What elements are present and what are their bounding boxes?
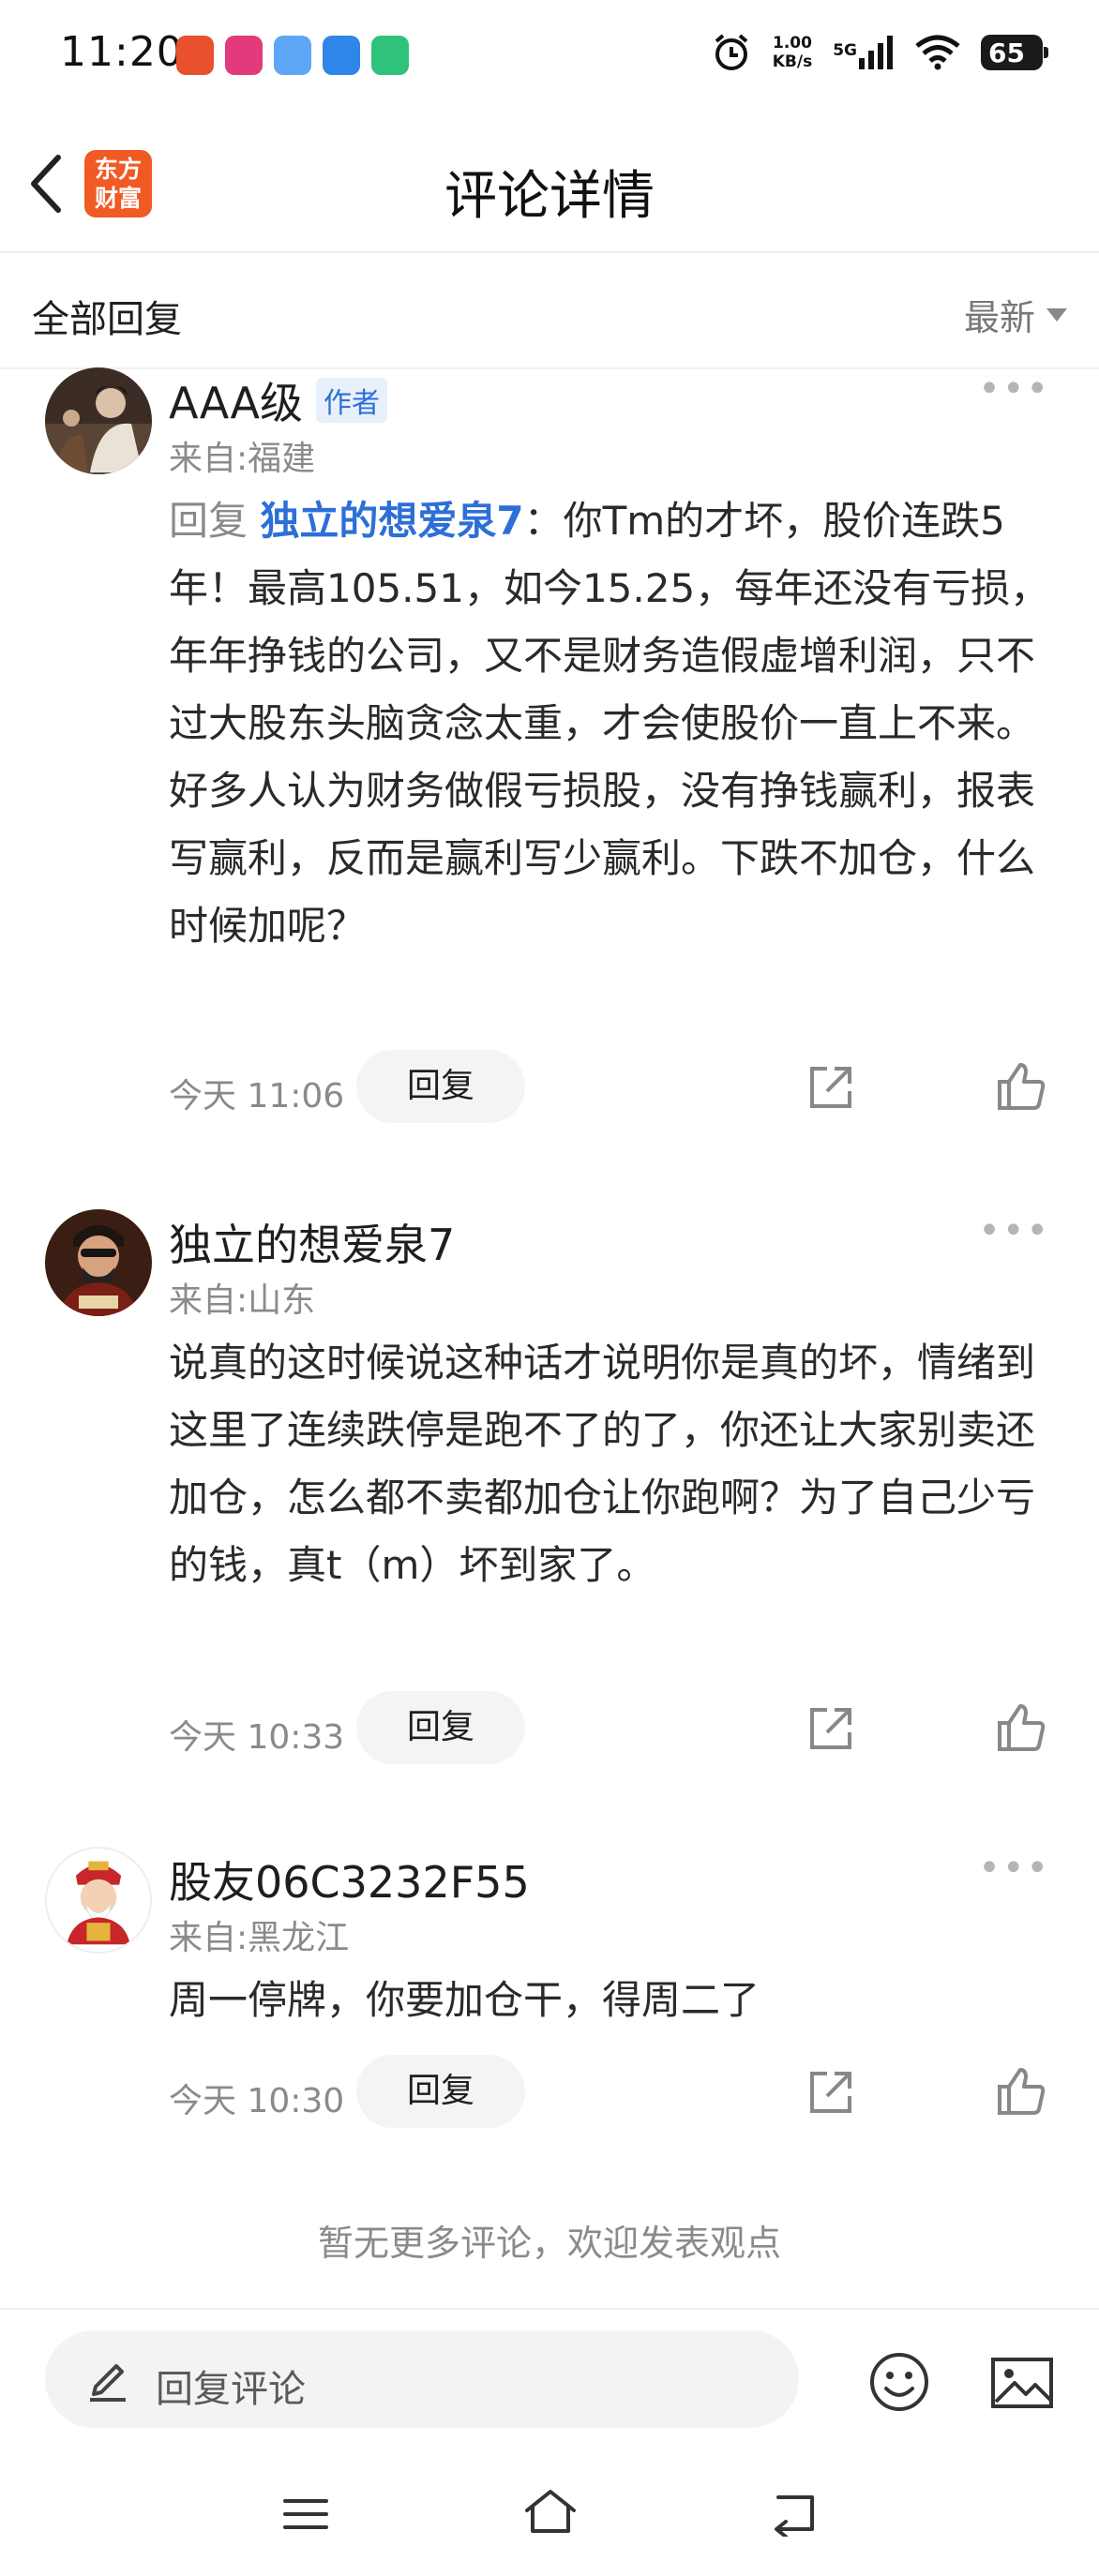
battery-indicator: 65 [981,35,1048,70]
home-icon[interactable] [521,2486,580,2537]
like-thumb-icon[interactable] [996,1702,1046,1753]
share-icon[interactable] [806,1063,855,1112]
no-more-comments-text: 暂无更多评论，欢迎发表观点 [317,2223,781,2264]
comment-item: 独立的想爱泉7 来自:山东 ••• 说真的这时候说这种话才说明你是真的坏，情绪到… [0,1209,1099,1772]
all-replies-label: 全部回复 [32,298,182,341]
comment-author: 独立的想爱泉7 [169,1211,455,1273]
alarm-icon [715,34,748,70]
avatar[interactable] [45,367,152,474]
reply-target-link[interactable]: 独立的想爱泉7 [260,498,523,544]
comment-time: 今天 11:06 [169,1077,345,1116]
filter-bar: 全部回复 最新 [0,255,1099,369]
comment-item: AAA级 作者 来自:福建 ••• 回复 独立的想爱泉7：你Tm的才坏，股价连跌… [0,367,1099,1146]
author-name[interactable]: AAA级 [169,369,303,431]
status-time: 11:20 [60,28,184,76]
avatar-image [47,1849,150,1952]
sort-label: 最新 [963,297,1035,338]
app-notification-icon [176,36,214,75]
comment-body: 说真的这时候说这种话才说明你是真的坏，情绪到这里了连续跌停是跑不了的了，你还让大… [169,1340,1036,1588]
comment-location: 来自:山东 [169,1281,316,1320]
status-bar: 11:20 1.00 KB/s 5G 65 [0,0,1099,112]
comment-time: 今天 10:33 [169,1718,345,1757]
signal-group: 5G [833,36,895,69]
network-speed: 1.00 KB/s [772,34,813,71]
comment-text: 周一停牌，你要加仓干，得周二了 [169,1967,1050,2034]
like-thumb-icon[interactable] [996,2066,1046,2117]
avatar[interactable] [45,1847,152,1954]
reply-input-placeholder: 回复评论 [156,2368,306,2411]
emoji-icon[interactable] [868,2351,930,2413]
share-icon[interactable] [806,2068,855,2117]
top-nav-bar: 东方 财富 评论详情 [0,112,1099,253]
app-notification-icon [225,36,263,75]
status-right: 1.00 KB/s 5G 65 [711,32,1048,73]
comment-text: 说真的这时候说这种话才说明你是真的坏，情绪到这里了连续跌停是跑不了的了，你还让大… [169,1329,1050,1599]
avatar[interactable] [45,1209,152,1316]
comment-location: 来自:福建 [169,440,316,478]
bottom-input-bar: 回复评论 [0,2308,1099,2449]
phone-notification-icon [371,36,409,75]
comment-actions: 今天 10:33 回复 [0,1691,1099,1766]
comment-detail-screen: 11:20 1.00 KB/s 5G 65 东方 财富 评论详情 全部回复 最新… [0,0,1099,2576]
system-back-icon[interactable] [767,2490,820,2537]
author-badge: 作者 [315,378,387,423]
more-options-icon[interactable]: ••• [978,1847,1050,1890]
app-notification-icon [323,36,360,75]
dropdown-triangle-icon [1046,307,1067,322]
comment-time: 今天 10:30 [169,2082,345,2120]
more-options-icon[interactable]: ••• [978,367,1050,411]
reply-prefix: 回复 [169,498,248,544]
comment-actions: 今天 11:06 回复 [0,1050,1099,1125]
wifi-icon [915,35,960,70]
status-notification-icons [176,36,409,75]
reply-button[interactable]: 回复 [356,1050,525,1123]
avatar-image [45,1209,152,1316]
more-options-icon[interactable]: ••• [978,1209,1050,1252]
comment-item: 股友06C3232F55 来自:黑龙江 ••• 周一停牌，你要加仓干，得周二了 … [0,1847,1099,2128]
comment-location: 来自:黑龙江 [169,1919,350,1957]
comment-author: AAA级 作者 [169,369,387,431]
app-notification-icon [274,36,311,75]
reply-input[interactable]: 回复评论 [45,2330,799,2428]
comment-body: ：你Tm的才坏，股价连跌5年！最高105.51，如今15.25，每年还没有亏损，… [169,498,1050,949]
image-picker-icon[interactable] [990,2357,1054,2409]
reply-button[interactable]: 回复 [356,2055,525,2128]
system-navigation-bar [0,2449,1099,2576]
comment-text: 回复 独立的想爱泉7：你Tm的才坏，股价连跌5年！最高105.51，如今15.2… [169,487,1050,960]
reply-button[interactable]: 回复 [356,1691,525,1764]
network-type: 5G [833,41,857,60]
recent-apps-icon[interactable] [281,2495,330,2533]
pencil-icon [90,2364,126,2402]
author-name[interactable]: 独立的想爱泉7 [169,1211,455,1273]
comment-author: 股友06C3232F55 [169,1849,530,1910]
author-name[interactable]: 股友06C3232F55 [169,1849,530,1910]
page-title: 评论详情 [444,166,655,227]
like-thumb-icon[interactable] [996,1061,1046,1112]
comment-actions: 今天 10:30 回复 [0,2055,1099,2130]
comment-body: 周一停牌，你要加仓干，得周二了 [169,1977,760,2023]
avatar-image [45,367,152,474]
sort-dropdown[interactable]: 最新 [964,289,1067,340]
share-icon[interactable] [806,1704,855,1753]
signal-icon [859,36,893,69]
